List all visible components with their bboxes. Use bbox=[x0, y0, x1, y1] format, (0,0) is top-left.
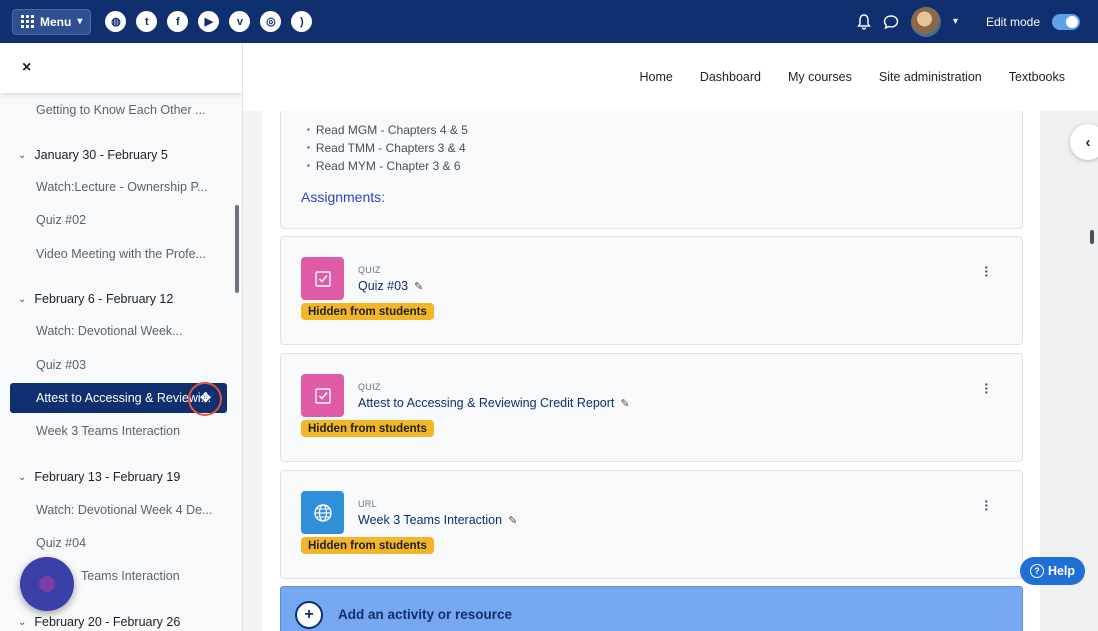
nav-home-link[interactable]: Home bbox=[639, 70, 672, 84]
hidden-badge: Hidden from students bbox=[301, 537, 434, 554]
close-icon[interactable]: × bbox=[22, 59, 31, 77]
quiz-icon[interactable] bbox=[301, 257, 344, 300]
activity-title-text[interactable]: Quiz #03 bbox=[358, 279, 408, 293]
menu-button[interactable]: Menu ▾ bbox=[12, 8, 92, 35]
activity-card: URL Week 3 Teams Interaction ✎ Hidden fro… bbox=[280, 470, 1023, 579]
youtube-icon[interactable]: ▶ bbox=[198, 11, 220, 32]
activity-type: QUIZ bbox=[358, 265, 381, 275]
menu-label: Menu bbox=[40, 14, 72, 29]
reading-item: Read MGM - Chapters 4 & 5 bbox=[307, 121, 468, 139]
floating-action-button[interactable] bbox=[20, 557, 74, 611]
index-item[interactable]: Getting to Know Each Other ... bbox=[10, 95, 227, 125]
activity-type: URL bbox=[358, 499, 377, 509]
activity-type: QUIZ bbox=[358, 382, 381, 392]
index-item[interactable]: Watch: Devotional Week... bbox=[10, 316, 227, 346]
open-block-drawer-button[interactable]: ‹ bbox=[1070, 124, 1098, 160]
activity-card: QUIZ Attest to Accessing & Reviewing Cre… bbox=[280, 353, 1023, 462]
top-navbar: Menu ▾ ◍ t f ▶ v ◎ ) ▾ Edit mode bbox=[0, 0, 1098, 43]
plus-icon: + bbox=[295, 601, 323, 629]
edit-mode-toggle[interactable] bbox=[1052, 13, 1080, 30]
chevron-down-icon: ⌄ bbox=[18, 149, 27, 161]
activity-title-text[interactable]: Week 3 Teams Interaction bbox=[358, 513, 502, 527]
right-drawer-rail bbox=[1040, 111, 1098, 631]
secondary-navigation: Home Dashboard My courses Site administr… bbox=[243, 43, 1098, 111]
activity-title[interactable]: Quiz #03 ✎ bbox=[358, 279, 423, 293]
section-summary: Read MGM - Chapters 4 & 5 Read TMM - Cha… bbox=[280, 111, 1023, 229]
index-section[interactable]: ⌄ February 20 - February 26 bbox=[18, 610, 228, 631]
index-section[interactable]: ⌄ February 6 - February 12 bbox=[18, 287, 228, 311]
index-item[interactable]: Week 3 Teams Interaction bbox=[10, 416, 227, 446]
highlight-circle bbox=[188, 382, 222, 416]
globe-icon[interactable] bbox=[301, 491, 344, 534]
activity-title-text[interactable]: Attest to Accessing & Reviewing Credit R… bbox=[358, 396, 614, 410]
chevron-left-icon: ‹ bbox=[1085, 133, 1091, 151]
help-button[interactable]: ? Help bbox=[1020, 557, 1085, 585]
reading-list: Read MGM - Chapters 4 & 5 Read TMM - Cha… bbox=[307, 121, 468, 175]
nav-textbooks-link[interactable]: Textbooks bbox=[1009, 70, 1065, 84]
globe-icon[interactable]: ◍ bbox=[105, 11, 127, 32]
apps-grid-icon bbox=[21, 15, 34, 28]
index-item[interactable]: Watch: Devotional Week 4 De... bbox=[10, 495, 227, 525]
avatar[interactable] bbox=[910, 6, 941, 37]
index-section[interactable]: ⌄ February 13 - February 19 bbox=[18, 465, 228, 489]
index-section[interactable]: ⌄ January 30 - February 5 bbox=[18, 143, 228, 167]
chevron-down-icon: ⌄ bbox=[18, 616, 27, 628]
pencil-icon[interactable]: ✎ bbox=[508, 515, 517, 527]
index-item-label: Attest to Accessing & Reviewi... bbox=[36, 391, 212, 405]
hidden-badge: Hidden from students bbox=[301, 420, 434, 437]
course-index-drawer: × Getting to Know Each Other ... ⌄ Januar… bbox=[0, 43, 243, 631]
reading-item: Read TMM - Chapters 3 & 4 bbox=[307, 139, 468, 157]
assignments-heading: Assignments: bbox=[301, 189, 386, 205]
pencil-icon[interactable]: ✎ bbox=[414, 281, 423, 293]
edit-mode-label: Edit mode bbox=[985, 14, 1040, 29]
kebab-menu-icon[interactable]: · · · bbox=[984, 260, 989, 282]
index-item[interactable]: Quiz #02 bbox=[10, 205, 227, 235]
index-item[interactable]: Quiz #04 bbox=[10, 528, 227, 558]
index-item[interactable]: Video Meeting with the Profe... bbox=[10, 239, 227, 269]
social-links: ◍ t f ▶ v ◎ ) bbox=[105, 11, 313, 32]
bell-icon[interactable] bbox=[857, 13, 871, 30]
activity-title[interactable]: Attest to Accessing & Reviewing Credit R… bbox=[358, 396, 630, 410]
twitter-icon[interactable]: t bbox=[136, 11, 158, 32]
chat-bubble-icon[interactable] bbox=[883, 14, 899, 30]
hidden-badge: Hidden from students bbox=[301, 303, 434, 320]
pencil-icon[interactable]: ✎ bbox=[620, 398, 629, 410]
nav-my-courses-link[interactable]: My courses bbox=[788, 70, 852, 84]
page-scrollbar[interactable] bbox=[1090, 230, 1094, 244]
chevron-down-icon: ⌄ bbox=[18, 471, 27, 483]
kebab-menu-icon[interactable]: · · · bbox=[984, 377, 989, 399]
activity-title[interactable]: Week 3 Teams Interaction ✎ bbox=[358, 513, 517, 527]
add-activity-label: Add an activity or resource bbox=[338, 607, 513, 622]
activity-card: QUIZ Quiz #03 ✎ Hidden from students · · · bbox=[280, 236, 1023, 345]
drawer-scrollbar[interactable] bbox=[235, 205, 239, 293]
section-title: February 6 - February 12 bbox=[34, 292, 174, 306]
chevron-down-icon: ▾ bbox=[77, 16, 83, 27]
nav-dashboard-link[interactable]: Dashboard bbox=[700, 70, 761, 84]
question-icon: ? bbox=[1029, 564, 1044, 578]
index-item[interactable]: Watch:Lecture - Ownership P... bbox=[10, 172, 227, 202]
reading-item: Read MYM - Chapter 3 & 6 bbox=[307, 157, 468, 175]
chevron-down-icon: ⌄ bbox=[18, 293, 27, 305]
facebook-icon[interactable]: f bbox=[167, 11, 189, 32]
instagram-icon[interactable]: ◎ bbox=[260, 11, 282, 32]
section-title: February 13 - February 19 bbox=[34, 470, 181, 484]
section-title: February 20 - February 26 bbox=[34, 615, 181, 629]
quiz-icon[interactable] bbox=[301, 374, 344, 417]
section-title: January 30 - February 5 bbox=[34, 148, 168, 162]
drawer-header: × bbox=[0, 43, 242, 93]
vimeo-icon[interactable]: v bbox=[229, 11, 251, 32]
chevron-down-icon[interactable]: ▾ bbox=[953, 16, 958, 27]
nav-site-administration-link[interactable]: Site administration bbox=[879, 70, 982, 84]
user-controls: ▾ Edit mode bbox=[857, 0, 1080, 43]
rss-icon[interactable]: ) bbox=[291, 11, 313, 32]
add-activity-button[interactable]: + Add an activity or resource bbox=[280, 586, 1023, 631]
kebab-menu-icon[interactable]: · · · bbox=[984, 494, 989, 516]
index-item[interactable]: Quiz #03 bbox=[10, 350, 227, 380]
help-label: Help bbox=[1047, 564, 1076, 578]
